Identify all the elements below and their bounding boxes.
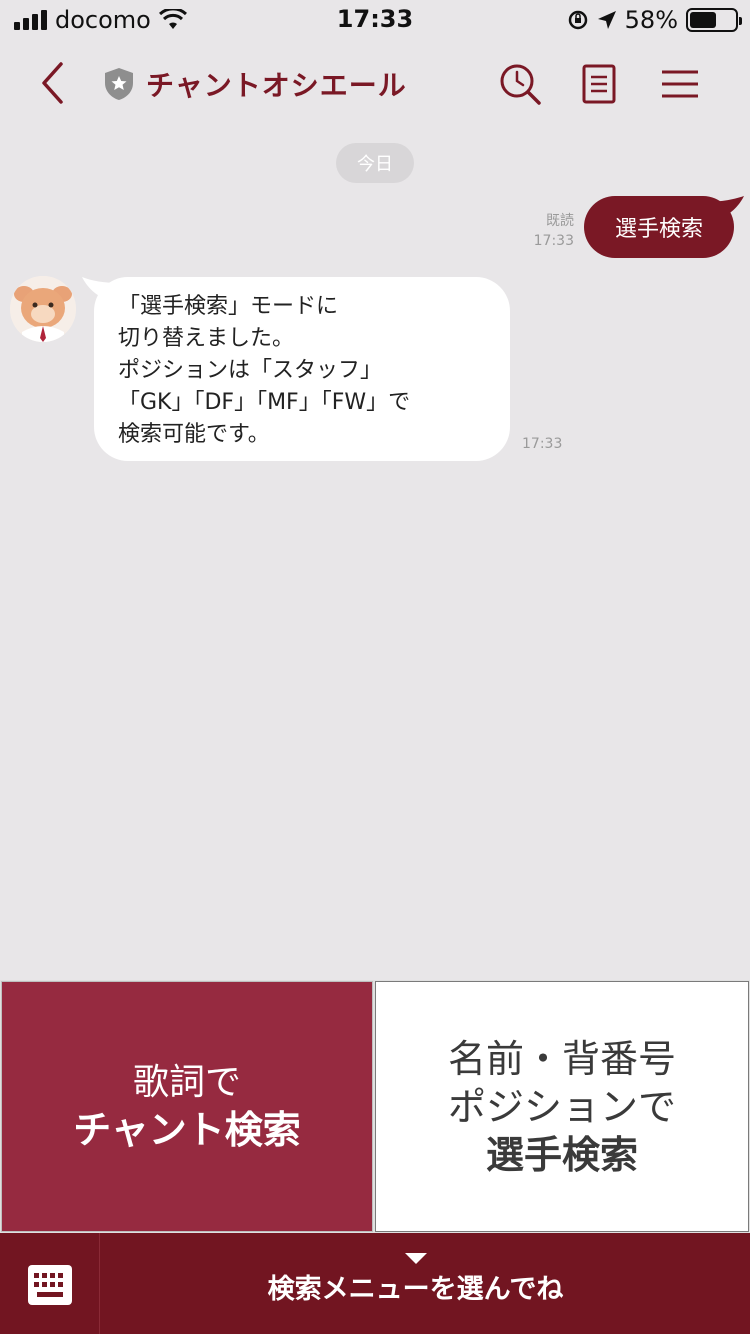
menu-toggle-button[interactable]: 検索メニューを選んでね xyxy=(101,1233,750,1334)
received-message-bubble[interactable]: 「選手検索」モードに 切り替えました。 ポジションは「スタッフ」 「GK」「DF… xyxy=(94,277,510,461)
caret-down-icon xyxy=(405,1253,427,1264)
bottom-bar: 検索メニューを選んでね xyxy=(0,1233,750,1334)
keyboard-icon xyxy=(28,1265,72,1305)
avatar[interactable] xyxy=(10,276,76,342)
read-label: 既読 xyxy=(546,213,574,229)
chat-header: チャントオシエール xyxy=(0,40,750,128)
search-icon xyxy=(500,64,541,105)
player-search-line1: 名前・背番号 xyxy=(447,1036,676,1081)
message-line: 「GK」「DF」「MF」「FW」で xyxy=(118,390,411,415)
orientation-lock-icon xyxy=(568,10,587,30)
sent-time: 17:33 xyxy=(533,233,574,249)
received-time: 17:33 xyxy=(522,436,563,452)
menu-toggle-label: 検索メニューを選んでね xyxy=(267,1274,564,1305)
chant-search-line1: 歌詞で xyxy=(132,1061,241,1103)
player-search-line2: ポジションで xyxy=(447,1084,676,1129)
verified-badge-icon xyxy=(105,68,133,100)
keyboard-button[interactable] xyxy=(0,1233,100,1334)
player-search-line3: 選手検索 xyxy=(485,1132,638,1177)
message-line: 検索可能です。 xyxy=(118,422,270,447)
menu-button[interactable] xyxy=(658,62,702,106)
mascot-avatar-icon xyxy=(10,276,76,342)
sent-message-meta: 既読 17:33 xyxy=(534,211,574,251)
account-title: チャントオシエール xyxy=(146,69,407,102)
battery-icon xyxy=(686,8,742,32)
account-name: チャントオシエール xyxy=(104,64,407,104)
message-line: 「選手検索」モードに xyxy=(118,294,339,319)
battery-percent: 58% xyxy=(624,6,678,34)
sent-message-bubble[interactable]: 選手検索 xyxy=(584,196,734,258)
note-button[interactable] xyxy=(578,62,622,106)
back-button[interactable] xyxy=(30,58,80,108)
date-chip: 今日 xyxy=(336,143,414,183)
message-line: 切り替えました。 xyxy=(118,326,295,351)
message-line: ポジションは「スタッフ」 xyxy=(118,358,383,383)
rich-menu: 歌詞で チャント検索 名前・背番号 ポジションで 選手検索 xyxy=(0,980,750,1233)
search-button[interactable] xyxy=(498,62,542,106)
chant-search-button[interactable]: 歌詞で チャント検索 xyxy=(1,981,373,1232)
location-icon xyxy=(597,11,616,29)
chant-search-line2: チャント検索 xyxy=(73,1107,301,1152)
back-icon xyxy=(42,62,63,104)
note-icon xyxy=(582,64,616,104)
player-search-button[interactable]: 名前・背番号 ポジションで 選手検索 xyxy=(375,981,749,1232)
menu-icon xyxy=(662,70,698,98)
status-bar: docomo 17:33 58% xyxy=(0,0,750,40)
